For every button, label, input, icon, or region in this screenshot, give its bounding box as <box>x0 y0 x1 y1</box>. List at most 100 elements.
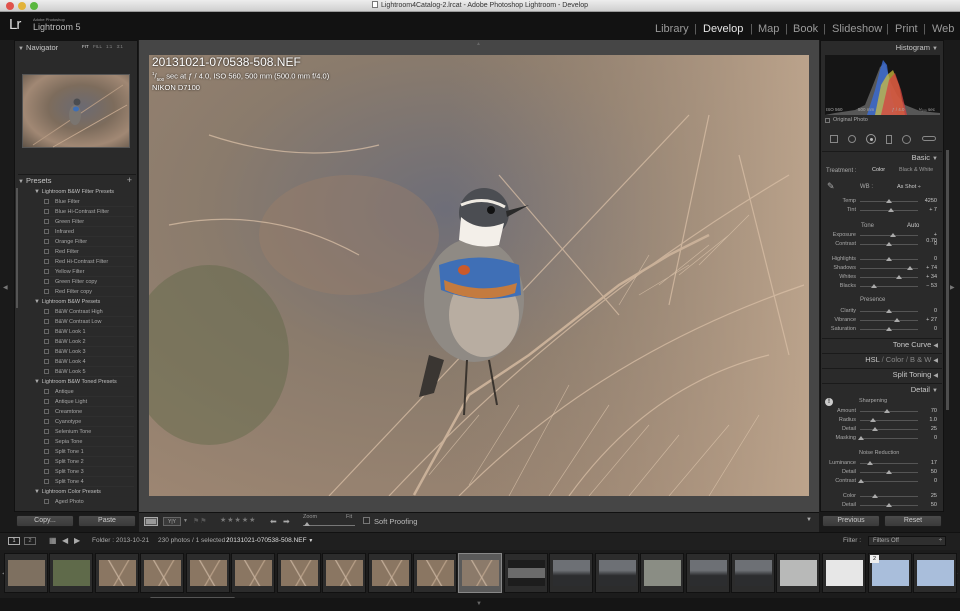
navigator-preview[interactable] <box>22 74 130 148</box>
slider-knob[interactable] <box>884 409 891 413</box>
filmstrip-thumbnail[interactable] <box>731 553 775 593</box>
filmstrip-thumbnail[interactable] <box>549 553 593 593</box>
red-eye-icon[interactable] <box>866 134 876 144</box>
grid-view-icon[interactable]: ▦ <box>49 536 57 545</box>
filmstrip-thumbnail[interactable] <box>504 553 548 593</box>
preset-item[interactable]: Blue Hi-Contrast Filter <box>44 208 134 217</box>
module-develop[interactable]: Develop <box>703 23 743 35</box>
slider-value[interactable]: 0 <box>923 326 937 332</box>
filmstrip-thumbnail[interactable] <box>458 553 502 593</box>
preset-item[interactable]: Split Tone 1 <box>44 448 134 457</box>
slider-value[interactable]: 0 <box>923 478 937 484</box>
slider-value[interactable]: 70 <box>923 408 937 414</box>
copy-settings-button[interactable]: Copy... <box>16 515 74 527</box>
slider-track[interactable] <box>860 429 918 430</box>
reset-button[interactable]: Reset <box>884 515 942 527</box>
slider-track[interactable] <box>860 420 918 421</box>
slider-value[interactable]: 0 <box>923 241 937 247</box>
preset-item[interactable]: B&W Look 5 <box>44 368 134 377</box>
selected-filename[interactable]: 20131021-070538-508.NEF ▼ <box>226 537 313 544</box>
next-photo-icon[interactable]: ➡ <box>283 517 290 526</box>
filter-dropdown[interactable]: Filters Off ÷ <box>868 536 946 546</box>
preset-item[interactable]: B&W Look 1 <box>44 328 134 337</box>
filmstrip-thumbnail[interactable] <box>140 553 184 593</box>
slider-value[interactable]: + 7 <box>923 207 937 213</box>
filmstrip-thumbnail[interactable] <box>4 553 48 593</box>
preset-folder[interactable]: ▼ Lightroom B&W Filter Presets <box>34 188 114 197</box>
filmstrip-thumbnail[interactable] <box>595 553 639 593</box>
slider-track[interactable] <box>860 438 918 439</box>
slider-track[interactable] <box>860 235 918 236</box>
detail-header[interactable]: Detail ▼ <box>822 383 942 394</box>
slider-knob[interactable] <box>869 418 876 422</box>
slider-knob[interactable] <box>871 494 878 498</box>
module-map[interactable]: Map <box>758 23 779 35</box>
slider-knob[interactable] <box>886 199 892 203</box>
bw-tab[interactable]: B & W <box>910 355 931 364</box>
slider-knob[interactable] <box>886 327 892 331</box>
slider-knob[interactable] <box>907 266 914 270</box>
flag-icons[interactable]: ⚑⚑ <box>193 517 208 525</box>
original-photo-checkbox[interactable] <box>825 118 830 123</box>
preset-item[interactable]: B&W Look 3 <box>44 348 134 357</box>
module-book[interactable]: Book <box>793 23 818 35</box>
preset-item[interactable]: Red Hi-Contrast Filter <box>44 258 134 267</box>
module-library[interactable]: Library <box>655 23 689 35</box>
zoom-slider-knob[interactable] <box>304 522 310 526</box>
preset-item[interactable]: Creamtone <box>44 408 134 417</box>
presets-scrollbar[interactable] <box>16 188 18 308</box>
loupe-view-button[interactable] <box>144 517 158 526</box>
filmstrip-thumbnail[interactable]: 2 <box>868 553 912 593</box>
slider-value[interactable]: + 34 <box>923 274 937 280</box>
slider-knob[interactable] <box>893 318 900 322</box>
slider-value[interactable]: 4250 <box>923 198 937 204</box>
module-slideshow[interactable]: Slideshow <box>832 23 882 35</box>
preset-item[interactable]: Selenium Tone <box>44 428 134 437</box>
filmstrip-thumbnail[interactable] <box>322 553 366 593</box>
preset-item[interactable]: B&W Look 2 <box>44 338 134 347</box>
zoom-1-1[interactable]: 1:1 <box>106 44 112 49</box>
preset-item[interactable]: Green Filter <box>44 218 134 227</box>
slider-knob[interactable] <box>887 208 894 212</box>
split-toning-header[interactable]: Split Toning ◀ <box>822 368 942 379</box>
preset-item[interactable]: Aged Photo <box>44 498 134 507</box>
preset-item[interactable]: Infrared <box>44 228 134 237</box>
before-after-dropdown-icon[interactable]: ▼ <box>183 518 188 524</box>
add-preset-icon[interactable]: + <box>127 175 132 186</box>
tone-curve-header[interactable]: Tone Curve ◀ <box>822 338 942 349</box>
filmstrip-thumbnail[interactable] <box>95 553 139 593</box>
slider-track[interactable] <box>860 286 918 287</box>
slider-knob[interactable] <box>858 436 865 440</box>
zoom-slider[interactable] <box>303 525 355 526</box>
minimize-window-button[interactable] <box>18 2 26 10</box>
preset-item[interactable]: Antique Light <box>44 398 134 407</box>
treatment-bw-option[interactable]: Black & White <box>899 167 933 173</box>
filmstrip-thumbnail[interactable] <box>277 553 321 593</box>
slider-value[interactable]: 25 <box>923 426 937 432</box>
zoom-fill[interactable]: FILL <box>93 44 102 49</box>
filmstrip-thumbnail[interactable] <box>776 553 820 593</box>
presets-header[interactable]: ▼ Presets + <box>18 174 136 185</box>
filmstrip-thumbnail[interactable] <box>913 553 957 593</box>
filmstrip-thumbnail[interactable] <box>640 553 684 593</box>
toolbar-menu-icon[interactable]: ▼ <box>806 517 812 523</box>
preset-folder[interactable]: ▼ Lightroom B&W Toned Presets <box>34 378 117 387</box>
window-2-button[interactable]: 2 <box>24 537 36 545</box>
slider-knob[interactable] <box>858 479 865 483</box>
zoom-window-button[interactable] <box>30 2 38 10</box>
filmstrip-thumbnail[interactable] <box>686 553 730 593</box>
adjustment-brush-icon[interactable] <box>922 136 936 141</box>
slider-knob[interactable] <box>871 427 878 431</box>
slider-value[interactable]: − 53 <box>923 283 937 289</box>
preset-folder[interactable]: ▼ Lightroom Color Presets <box>34 488 101 497</box>
slider-knob[interactable] <box>886 470 892 474</box>
filmstrip-thumbnail[interactable] <box>49 553 93 593</box>
filmstrip-thumbnail[interactable] <box>368 553 412 593</box>
detail-warning-icon[interactable]: ! <box>825 398 833 406</box>
module-print[interactable]: Print <box>895 23 918 35</box>
preset-item[interactable]: Red Filter <box>44 248 134 257</box>
forward-icon[interactable]: ▶ <box>74 536 80 545</box>
top-panel-toggle-icon[interactable]: ▲ <box>476 41 481 47</box>
crop-tool-icon[interactable] <box>830 135 838 143</box>
before-after-button[interactable]: Y|Y <box>163 517 181 526</box>
